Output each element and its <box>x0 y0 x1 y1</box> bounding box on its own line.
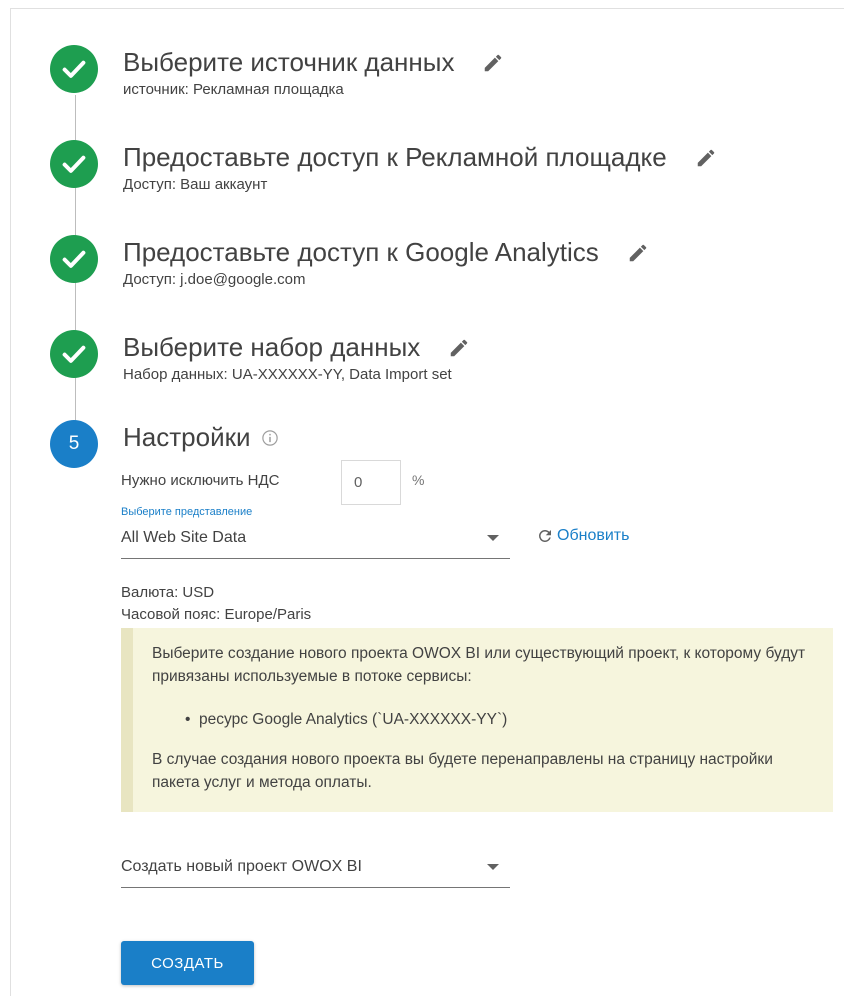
timezone-text: Часовой пояс: Europe/Paris <box>121 606 312 623</box>
project-notice: Выберите создание нового проекта OWOX BI… <box>121 628 833 812</box>
refresh-button[interactable]: Обновить <box>536 527 629 545</box>
caret-down-icon <box>487 864 499 870</box>
caret-down-icon <box>487 535 499 541</box>
info-icon[interactable] <box>261 429 279 447</box>
pencil-icon[interactable] <box>482 52 504 74</box>
step-4-subtitle: Набор данных: UA-XXXXXX-YY, Data Import … <box>123 366 452 383</box>
create-button[interactable]: СОЗДАТЬ <box>121 941 254 985</box>
step-number-badge: 5 <box>50 420 98 468</box>
check-icon <box>50 330 98 378</box>
step-1-subtitle: источник: Рекламная площадка <box>123 81 344 98</box>
step-4-title: Выберите набор данных <box>123 332 470 363</box>
notice-bullet: • ресурс Google Analytics (`UA-XXXXXX-YY… <box>185 711 508 728</box>
check-icon <box>50 140 98 188</box>
step-5-title: Настройки <box>123 422 279 453</box>
pencil-icon[interactable] <box>448 337 470 359</box>
notice-paragraph-2: В случае создания нового проекта вы буде… <box>152 751 773 791</box>
vat-label: Нужно исключить НДС <box>121 472 280 489</box>
step-3-subtitle: Доступ: j.doe@google.com <box>123 271 306 288</box>
check-icon <box>50 45 98 93</box>
step-2-subtitle: Доступ: Ваш аккаунт <box>123 176 268 193</box>
vat-input[interactable] <box>341 460 401 505</box>
step-3-title: Предоставьте доступ к Google Analytics <box>123 237 649 268</box>
currency-text: Валюта: USD <box>121 584 215 601</box>
step-2-title: Предоставьте доступ к Рекламной площадке <box>123 142 717 173</box>
pencil-icon[interactable] <box>627 242 649 264</box>
check-icon <box>50 235 98 283</box>
refresh-label: Обновить <box>557 527 630 544</box>
project-select-value: Создать новый проект OWOX BI <box>121 858 362 875</box>
view-select[interactable]: All Web Site Data <box>121 521 510 559</box>
vat-unit: % <box>412 472 425 488</box>
pencil-icon[interactable] <box>695 147 717 169</box>
view-select-caption: Выберите представление <box>121 506 253 518</box>
view-select-value: All Web Site Data <box>121 529 247 546</box>
notice-paragraph-1: Выберите создание нового проекта OWOX BI… <box>152 645 806 685</box>
project-select[interactable]: Создать новый проект OWOX BI <box>121 850 510 888</box>
refresh-icon <box>538 530 551 542</box>
step-1-title: Выберите источник данных <box>123 47 504 78</box>
